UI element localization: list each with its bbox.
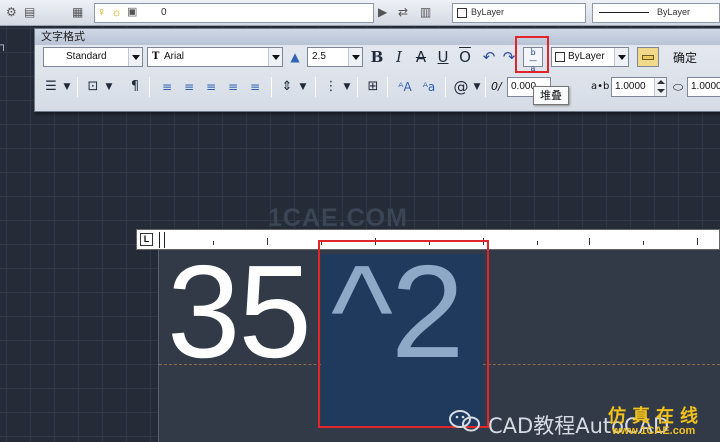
layer-icon[interactable]: ▤	[24, 5, 35, 19]
paragraph-icon[interactable]: ¶	[125, 77, 145, 97]
font-value: Arial	[164, 51, 185, 62]
properties-strip: ⚙ ▤ ▦ ♀ ☼ ▣ 0 ▶ ⇄ ▥ ByLayer ByLayer	[0, 0, 720, 26]
separator	[357, 77, 358, 97]
tab-type-button[interactable]: L	[140, 233, 153, 246]
ruler-tick	[643, 241, 644, 245]
separator	[77, 77, 78, 97]
line-spacing-dropdown-icon[interactable]: ▼	[293, 77, 313, 97]
annotative-icon[interactable]: ▲	[285, 47, 305, 67]
style-value: Standard	[66, 51, 107, 62]
underline-button[interactable]: U	[433, 47, 453, 67]
spinner-icon[interactable]	[654, 78, 666, 96]
tracking-icon: a•b	[591, 81, 610, 92]
width-factor-input[interactable]: 1.0000	[687, 77, 720, 97]
text-format-toolbar: 文字格式 Standard T Arial ▲ 2.5 B I A U O ↶ …	[34, 28, 720, 112]
style-select[interactable]: Standard	[43, 47, 143, 67]
separator	[149, 77, 150, 97]
toolbar-title: 文字格式	[35, 29, 720, 45]
ruler-tick	[589, 238, 590, 245]
selection-highlight-box	[318, 240, 489, 428]
editor-text-plain[interactable]: 35	[167, 246, 312, 378]
stack-highlight-box	[515, 36, 549, 73]
ruler-icon	[642, 55, 654, 60]
chevron-down-icon	[614, 48, 628, 66]
ok-button[interactable]: 确定	[663, 47, 707, 69]
uppercase-icon[interactable]: ᴬA	[395, 77, 415, 97]
separator	[387, 77, 388, 97]
strikethrough-button[interactable]: A	[411, 47, 431, 67]
font-type-icon: T	[152, 51, 160, 62]
chevron-down-icon	[268, 48, 282, 66]
layer-name: 0	[161, 7, 167, 18]
chevron-down-icon	[348, 48, 362, 66]
color-value: ByLayer	[471, 7, 505, 17]
color-swatch	[555, 52, 565, 62]
align-center-icon[interactable]: ≡	[179, 77, 199, 97]
tracking-value: 1.0000	[615, 81, 646, 92]
layer-walk-icon[interactable]: ▥	[420, 5, 431, 19]
sun-icon: ☼	[111, 5, 122, 19]
oblique-angle-icon: 0/	[491, 80, 502, 93]
separator	[315, 77, 316, 97]
tracking-input[interactable]: 1.0000	[611, 77, 667, 97]
insert-field-icon[interactable]: ⊞	[363, 77, 383, 97]
color-combo[interactable]: ByLayer	[452, 3, 586, 23]
text-height-select[interactable]: 2.5	[307, 47, 363, 67]
linetype-preview	[599, 12, 649, 13]
separator	[445, 77, 446, 97]
chevron-down-icon	[128, 48, 142, 66]
width-factor-icon: ⬭	[673, 80, 684, 94]
columns-dropdown-icon[interactable]: ▼	[57, 77, 77, 97]
overline-button[interactable]: O	[455, 47, 475, 67]
linetype-value: ByLayer	[657, 7, 691, 17]
align-right-icon[interactable]: ≡	[201, 77, 221, 97]
italic-button[interactable]: I	[389, 47, 409, 67]
separator	[271, 77, 272, 97]
toolbar-row-1: Standard T Arial ▲ 2.5 B I A U O ↶ ↷ b — a…	[35, 47, 720, 73]
ruler-tick	[537, 241, 538, 245]
layer-properties-icon[interactable]: ⚙	[6, 5, 17, 19]
brand-url: www.1CAE.com	[612, 425, 696, 437]
symbol-dropdown-icon[interactable]: ▼	[467, 77, 487, 97]
layer-combo[interactable]: ♀ ☼ ▣ 0	[94, 3, 374, 23]
left-edge-marker: ┐	[0, 40, 8, 51]
ruler-tick	[697, 238, 698, 245]
justify-dropdown-icon[interactable]: ▼	[99, 77, 119, 97]
linetype-combo[interactable]: ByLayer	[592, 3, 720, 23]
stack-tooltip: 堆叠	[533, 86, 569, 105]
wechat-icon	[449, 410, 480, 432]
toolbar-row-2: ☰ ▼ ⊡ ▼ ¶ ≡ ≡ ≡ ≡ ≡ ⇕ ▼ ⋮ ▼ ⊞ ᴬA ᴬa @ ▼ …	[35, 77, 720, 103]
align-left-icon[interactable]: ≡	[157, 77, 177, 97]
text-height-value: 2.5	[312, 51, 326, 62]
match-layer-icon[interactable]: ▶	[378, 5, 387, 19]
color-swatch	[457, 8, 467, 18]
numbering-dropdown-icon[interactable]: ▼	[337, 77, 357, 97]
indent-marker[interactable]	[159, 232, 165, 248]
color-select[interactable]: ByLayer	[551, 47, 629, 67]
lock-icon: ▣	[127, 6, 138, 18]
bold-button[interactable]: B	[367, 47, 387, 67]
color-value: ByLayer	[568, 51, 605, 62]
justify-icon[interactable]: ≡	[223, 77, 243, 97]
separator	[485, 77, 486, 97]
layer-state-icon[interactable]: ▦	[72, 5, 83, 19]
lightbulb-icon: ♀	[97, 5, 106, 19]
ruler-toggle-button[interactable]	[637, 47, 659, 67]
font-select[interactable]: T Arial	[147, 47, 283, 67]
undo-button[interactable]: ↶	[479, 47, 499, 67]
lowercase-icon[interactable]: ᴬa	[419, 77, 439, 97]
distribute-icon[interactable]: ≡	[245, 77, 265, 97]
width-factor-value: 1.0000	[691, 81, 720, 92]
previous-layer-icon[interactable]: ⇄	[398, 5, 408, 19]
